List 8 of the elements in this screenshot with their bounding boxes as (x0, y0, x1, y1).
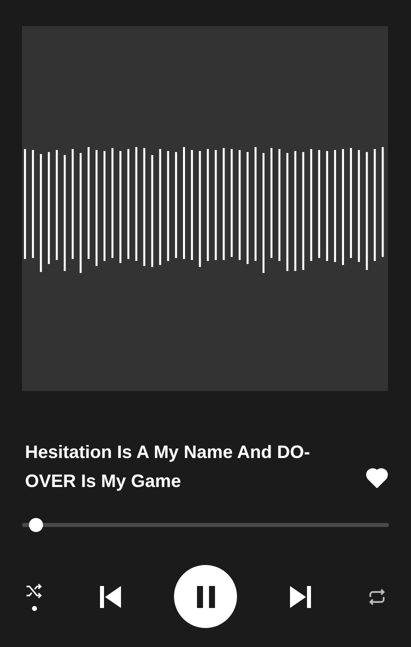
heart-icon[interactable] (366, 468, 388, 488)
progress-thumb[interactable] (29, 518, 44, 532)
track-title: Hesitation Is A My Name And DO-OVER Is My Game (25, 441, 312, 493)
progress-slider[interactable] (22, 518, 389, 532)
shuffle-icon (24, 582, 44, 600)
next-button[interactable] (288, 584, 314, 610)
pause-icon (194, 584, 216, 608)
previous-button[interactable] (97, 584, 123, 610)
